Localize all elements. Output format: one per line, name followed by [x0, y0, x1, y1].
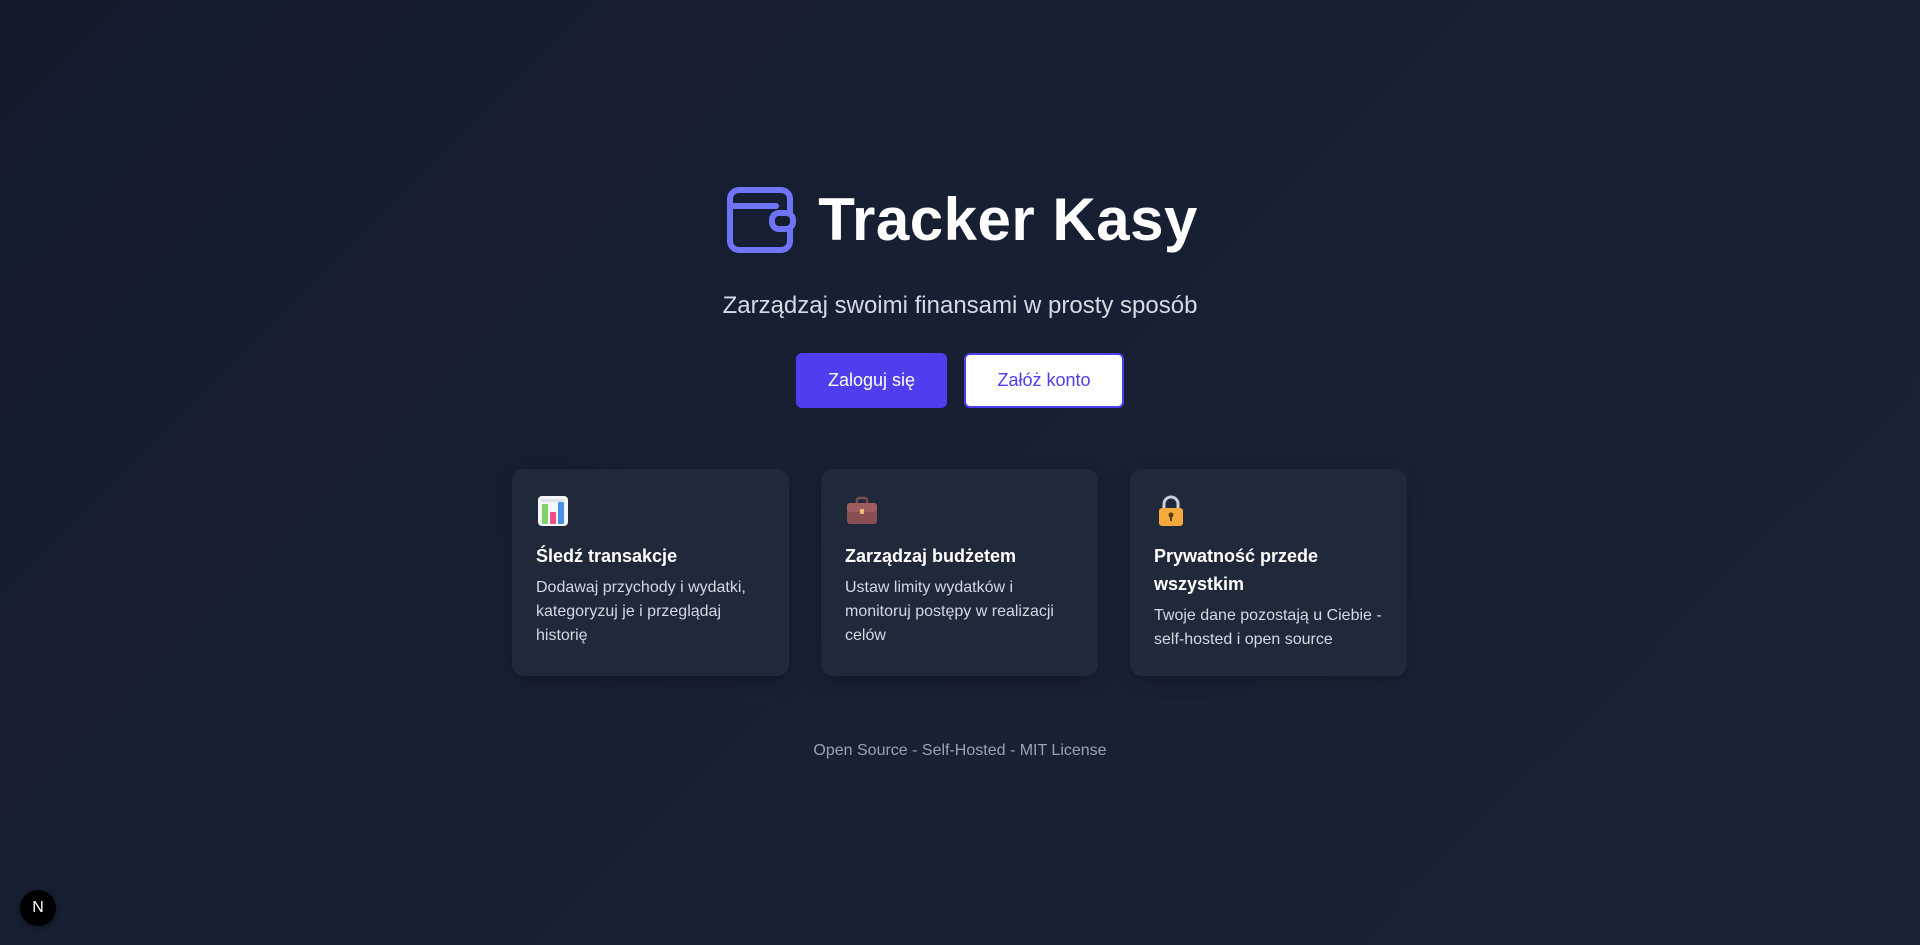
- feature-description: Dodawaj przychody i wydatki, kategoryzuj…: [536, 579, 746, 644]
- login-button[interactable]: Zaloguj się: [796, 353, 947, 408]
- auth-actions: Zaloguj się Załóż konto: [0, 353, 1920, 408]
- app-title: Tracker Kasy: [818, 186, 1198, 253]
- feature-title: Prywatność przede wszystkim: [1154, 546, 1319, 594]
- footer-license: Open Source - Self-Hosted - MIT License: [813, 742, 1107, 759]
- brand: Tracker Kasy: [0, 180, 1920, 260]
- bar-chart-icon: [538, 496, 568, 526]
- register-button[interactable]: Załóż konto: [964, 353, 1124, 408]
- feature-title: Zarządzaj budżetem: [845, 546, 1017, 566]
- lock-icon: [1159, 495, 1183, 526]
- feature-card-privacy: Prywatność przede wszystkim Twoje dane p…: [1130, 469, 1407, 676]
- feature-description: Twoje dane pozostają u Ciebie - self-hos…: [1154, 607, 1382, 648]
- hero: Tracker Kasy Zarządzaj swoimi finansami …: [0, 180, 1920, 408]
- feature-card-transactions: Śledź transakcje Dodawaj przychody i wyd…: [512, 469, 789, 676]
- briefcase-icon: [847, 496, 877, 524]
- features: Śledź transakcje Dodawaj przychody i wyd…: [512, 469, 1407, 676]
- app-subtitle: Zarządzaj swoimi finansami w prosty spos…: [722, 292, 1198, 319]
- nextjs-dev-badge[interactable]: N: [20, 890, 56, 926]
- wallet-icon: [727, 187, 797, 253]
- feature-card-budget: Zarządzaj budżetem Ustaw limity wydatków…: [821, 469, 1098, 676]
- feature-description: Ustaw limity wydatków i monitoruj postęp…: [845, 579, 1054, 644]
- feature-title: Śledź transakcje: [536, 546, 678, 566]
